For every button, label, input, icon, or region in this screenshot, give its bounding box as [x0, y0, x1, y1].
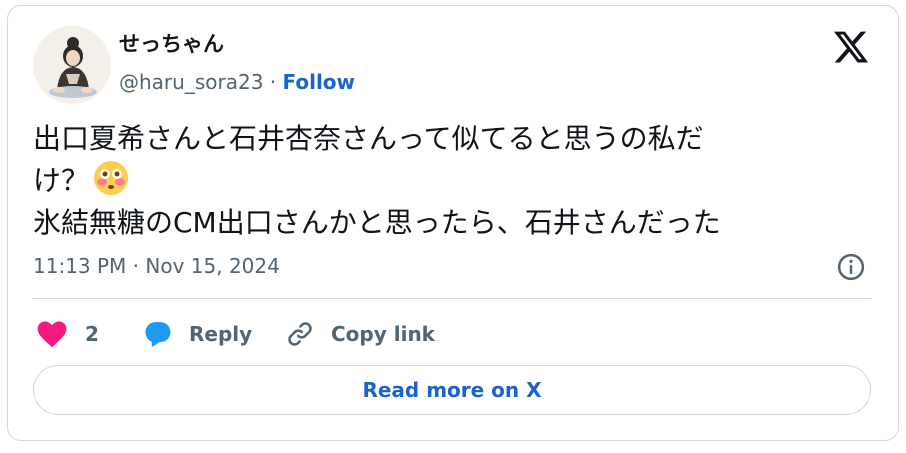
tweet-timestamp[interactable]: 11:13 PM · Nov 15, 2024 — [33, 254, 280, 278]
tweet-text: 出口夏希さんと石井杏奈さんって似てると思うの私だ け？ 氷結無糖のCM出口さんか… — [33, 118, 833, 244]
author-handle-row: @haru_sora23 · Follow — [119, 70, 355, 94]
x-logo-icon[interactable] — [832, 28, 870, 66]
tweet-actions: 2 Reply Copy link — [33, 312, 873, 356]
like-count: 2 — [85, 322, 99, 346]
reply-label: Reply — [189, 322, 253, 346]
separator: · — [269, 70, 277, 94]
author-handle[interactable]: @haru_sora23 — [119, 70, 263, 94]
avatar-illustration — [33, 26, 111, 104]
copy-link-button[interactable]: Copy link — [285, 312, 435, 356]
tweet-text-line-3: 氷結無糖のCM出口さんかと思ったら、石井さんだった — [33, 206, 721, 239]
avatar[interactable] — [33, 26, 111, 104]
tweet-text-line-2: け？ — [33, 160, 833, 202]
reply-button[interactable]: Reply — [143, 312, 252, 356]
divider — [33, 298, 871, 299]
author-display-name[interactable]: せっちゃん — [119, 28, 224, 58]
tweet-text-line-2-text: け？ — [33, 164, 90, 197]
follow-link[interactable]: Follow — [283, 70, 356, 94]
tweet-text-line-1: 出口夏希さんと石井杏奈さんって似てると思うの私だ — [33, 122, 704, 155]
heart-icon — [37, 321, 67, 348]
link-icon — [288, 322, 312, 346]
copy-link-label: Copy link — [331, 322, 435, 346]
reply-bubble-icon — [145, 322, 171, 348]
like-button[interactable]: 2 — [37, 312, 99, 356]
flushed-face-emoji-icon — [94, 161, 129, 195]
read-more-button[interactable]: Read more on X — [33, 365, 871, 415]
info-icon[interactable] — [836, 252, 866, 282]
